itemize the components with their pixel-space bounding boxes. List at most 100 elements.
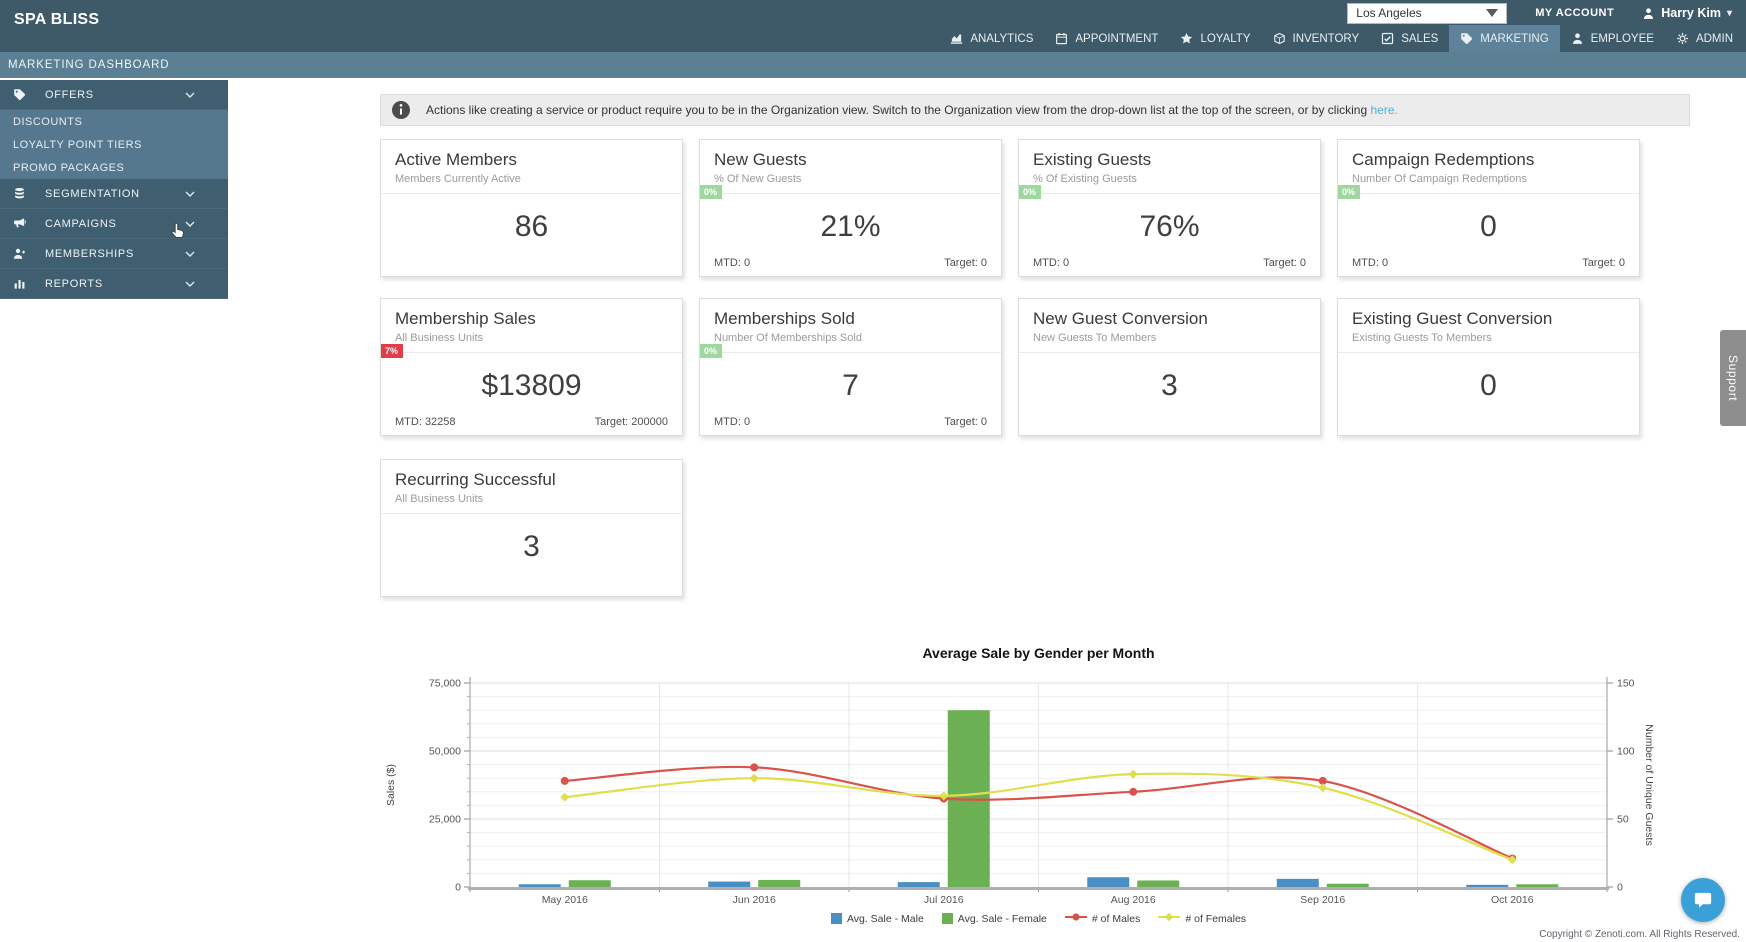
analytics-icon bbox=[950, 32, 963, 45]
my-account-button[interactable]: MY ACCOUNT bbox=[1535, 7, 1614, 19]
page-title: MARKETING DASHBOARD bbox=[8, 59, 170, 71]
nav-item-appointment[interactable]: APPOINTMENT bbox=[1044, 25, 1169, 52]
card-title: Membership Sales bbox=[381, 299, 682, 329]
kpi-row-2: Membership SalesAll Business Units7%$138… bbox=[380, 298, 1640, 436]
top-bar: SPA BLISS Los Angeles MY ACCOUNT Harry K… bbox=[0, 0, 1746, 52]
nav-item-employee[interactable]: EMPLOYEE bbox=[1560, 25, 1665, 52]
target-value: Target: 200000 bbox=[595, 416, 668, 428]
change-badge: 0% bbox=[1338, 185, 1360, 199]
card-subtitle: Members Currently Active bbox=[381, 170, 682, 193]
sidebar-subitem-discounts[interactable]: DISCOUNTS bbox=[0, 110, 228, 133]
top-right-controls: Los Angeles MY ACCOUNT Harry Kim ▾ bbox=[1347, 2, 1732, 24]
change-badge: 0% bbox=[1019, 185, 1041, 199]
card-footer: MTD: 32258 Target: 200000 bbox=[395, 416, 668, 428]
kpi-card-campaign-redemptions: Campaign RedemptionsNumber Of Campaign R… bbox=[1337, 139, 1640, 277]
nav-label: APPOINTMENT bbox=[1075, 33, 1158, 45]
change-badge: 0% bbox=[700, 185, 722, 199]
sidebar-subitem-loyalty-point-tiers[interactable]: LOYALTY POINT TIERS bbox=[0, 133, 228, 156]
card-body: 3 bbox=[1019, 352, 1320, 403]
target-value: Target: 0 bbox=[944, 416, 987, 428]
change-badge: 0% bbox=[700, 344, 722, 358]
nav-item-inventory[interactable]: INVENTORY bbox=[1262, 25, 1371, 52]
brand-logo: SPA BLISS bbox=[14, 11, 99, 29]
kpi-card-active-members: Active MembersMembers Currently Active86 bbox=[380, 139, 683, 277]
svg-text:Number of Unique Guests: Number of Unique Guests bbox=[1643, 724, 1655, 845]
nav-label: MARKETING bbox=[1480, 33, 1548, 45]
nav-item-loyalty[interactable]: LOYALTY bbox=[1169, 25, 1261, 52]
support-tab[interactable]: Support bbox=[1720, 330, 1746, 426]
svg-text:25,000: 25,000 bbox=[429, 814, 461, 826]
mtd-value: MTD: 32258 bbox=[395, 416, 456, 428]
nav-label: ADMIN bbox=[1696, 33, 1733, 45]
chart-section: 025,00050,00075,000050100150May 2016Jun … bbox=[360, 640, 1706, 930]
kpi-card-new-guest-conversion: New Guest ConversionNew Guests To Member… bbox=[1018, 298, 1321, 436]
sidebar-item-label: SEGMENTATION bbox=[45, 188, 172, 200]
card-body: 0%21% bbox=[700, 193, 1001, 244]
card-subtitle: % Of Existing Guests bbox=[1019, 170, 1320, 193]
card-title: Existing Guests bbox=[1019, 140, 1320, 170]
nav-label: ANALYTICS bbox=[970, 33, 1033, 45]
chat-button[interactable] bbox=[1681, 878, 1725, 922]
target-value: Target: 0 bbox=[944, 257, 987, 269]
sidebar-item-reports[interactable]: REPORTS bbox=[0, 269, 228, 299]
svg-text:Average Sale by Gender per Mon: Average Sale by Gender per Month bbox=[922, 645, 1154, 661]
nav-item-admin[interactable]: ADMIN bbox=[1665, 25, 1744, 52]
location-selector[interactable]: Los Angeles bbox=[1347, 3, 1507, 24]
card-value: 3 bbox=[1019, 369, 1320, 403]
svg-text:50: 50 bbox=[1617, 814, 1629, 826]
svg-text:Sales ($): Sales ($) bbox=[385, 764, 397, 806]
banner-here-link[interactable]: here. bbox=[1370, 103, 1397, 117]
sidebar-item-label: CAMPAIGNS bbox=[45, 218, 172, 230]
card-subtitle: Number Of Memberships Sold bbox=[700, 329, 1001, 352]
nav-label: LOYALTY bbox=[1200, 33, 1250, 45]
calendar-icon bbox=[1055, 32, 1068, 45]
sidebar-subitem-promo-packages[interactable]: PROMO PACKAGES bbox=[0, 156, 228, 179]
kpi-row-3: Recurring SuccessfulAll Business Units3 bbox=[380, 459, 683, 597]
card-body: 0%0 bbox=[1338, 193, 1639, 244]
kpi-card-new-guests: New Guests% Of New Guests0%21%MTD: 0Targ… bbox=[699, 139, 1002, 277]
svg-text:Sep 2016: Sep 2016 bbox=[1300, 894, 1345, 906]
user-menu-button[interactable]: Harry Kim ▾ bbox=[1642, 6, 1732, 20]
sidebar-item-label: REPORTS bbox=[45, 278, 172, 290]
nav-item-marketing[interactable]: MARKETING bbox=[1449, 25, 1559, 52]
svg-text:75,000: 75,000 bbox=[429, 678, 461, 690]
card-body: 7%$13809 bbox=[381, 352, 682, 403]
star-icon bbox=[1180, 32, 1193, 45]
card-subtitle: All Business Units bbox=[381, 490, 682, 513]
target-value: Target: 0 bbox=[1582, 257, 1625, 269]
card-value: 21% bbox=[700, 210, 1001, 244]
sidebar-item-memberships[interactable]: MEMBERSHIPS bbox=[0, 239, 228, 269]
card-body: 0 bbox=[1338, 352, 1639, 403]
person-icon bbox=[1571, 32, 1584, 45]
nav-item-sales[interactable]: SALES bbox=[1370, 25, 1449, 52]
mtd-value: MTD: 0 bbox=[1033, 257, 1069, 269]
sidebar-item-label: OFFERS bbox=[45, 89, 172, 101]
box-icon bbox=[1273, 32, 1286, 45]
sidebar-item-label: MEMBERSHIPS bbox=[45, 248, 172, 260]
legend-item-avg-sale-female: Avg. Sale - Female bbox=[942, 913, 1047, 925]
sidebar: OFFERS DISCOUNTSLOYALTY POINT TIERSPROMO … bbox=[0, 80, 228, 299]
sidebar-item-campaigns[interactable]: CAMPAIGNS bbox=[0, 209, 228, 239]
legend-marker bbox=[831, 913, 842, 924]
legend-label: # of Males bbox=[1092, 913, 1140, 925]
card-title: Campaign Redemptions bbox=[1338, 140, 1639, 170]
mtd-value: MTD: 0 bbox=[714, 416, 750, 428]
legend-item-of-females: # of Females bbox=[1158, 912, 1246, 925]
card-value: 0 bbox=[1338, 210, 1639, 244]
card-value: 86 bbox=[381, 210, 682, 244]
legend-item-avg-sale-male: Avg. Sale - Male bbox=[831, 913, 924, 925]
chart-legend: Avg. Sale - Male Avg. Sale - Female # of M… bbox=[470, 912, 1607, 925]
card-value: $13809 bbox=[381, 369, 682, 403]
chevron-down-icon bbox=[172, 251, 217, 257]
sidebar-item-offers[interactable]: OFFERS bbox=[0, 80, 228, 110]
card-footer: MTD: 0Target: 0 bbox=[1352, 257, 1625, 269]
legend-label: Avg. Sale - Male bbox=[847, 913, 924, 925]
database-icon bbox=[0, 187, 45, 200]
nav-item-analytics[interactable]: ANALYTICS bbox=[939, 25, 1044, 52]
card-subtitle: New Guests To Members bbox=[1019, 329, 1320, 352]
megaphone-icon bbox=[0, 217, 45, 230]
sidebar-item-segmentation[interactable]: SEGMENTATION bbox=[0, 179, 228, 209]
card-body: 0%7 bbox=[700, 352, 1001, 403]
card-footer: MTD: 0Target: 0 bbox=[714, 257, 987, 269]
svg-text:0: 0 bbox=[455, 882, 461, 894]
